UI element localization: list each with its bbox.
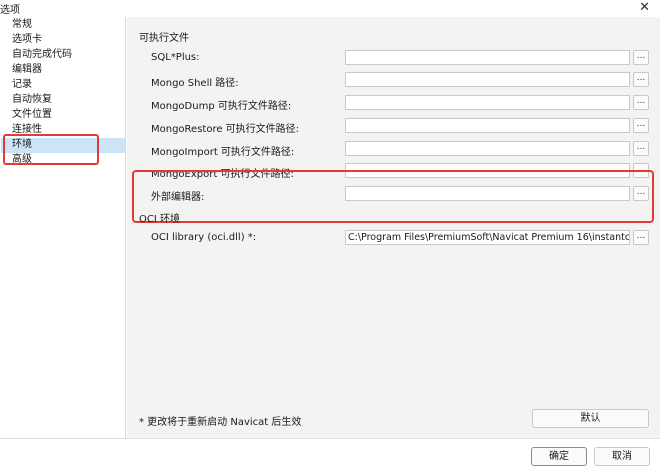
default-button[interactable]: 默认 [532, 409, 649, 428]
mongodump-path-field[interactable] [345, 95, 630, 110]
external-editor-annotation-box [132, 170, 654, 223]
category-sidebar: 常规 选项卡 自动完成代码 编辑器 记录 自动恢复 文件位置 连接性 环境 高级 [0, 17, 126, 438]
sidebar-item-tabs[interactable]: 选项卡 [12, 33, 42, 47]
window-title: 选项 [0, 5, 20, 16]
mongo-shell-path-field[interactable] [345, 72, 630, 87]
oci-section-title: OCI 环境 [139, 214, 180, 225]
ok-button[interactable]: 确定 [531, 447, 587, 466]
sqlplus-browse-button[interactable]: ... [633, 50, 649, 65]
sidebar-item-autorecovery[interactable]: 自动恢复 [12, 93, 52, 107]
title-bar: 选项 ✕ [0, 0, 660, 17]
cancel-button[interactable]: 取消 [594, 447, 650, 466]
mongoimport-path-field[interactable] [345, 141, 630, 156]
settings-panel: 可执行文件 SQL*Plus: ... Mongo Shell 路径: ... … [127, 17, 660, 438]
oci-library-label: OCI library (oci.dll) *: [151, 232, 257, 243]
mongo-shell-label: Mongo Shell 路径: [151, 78, 239, 89]
restart-footnote: * 更改将于重新启动 Navicat 后生效 [139, 417, 302, 428]
oci-library-path-field[interactable]: C:\Program Files\PremiumSoft\Navicat Pre… [345, 230, 630, 245]
mongoimport-label: MongoImport 可执行文件路径: [151, 147, 295, 158]
sqlplus-label: SQL*Plus: [151, 52, 200, 63]
sidebar-item-autocomplete[interactable]: 自动完成代码 [12, 48, 72, 62]
mongorestore-label: MongoRestore 可执行文件路径: [151, 124, 300, 135]
oci-library-browse-button[interactable]: ... [633, 230, 649, 245]
mongorestore-path-field[interactable] [345, 118, 630, 133]
mongorestore-browse-button[interactable]: ... [633, 118, 649, 133]
mongodump-browse-button[interactable]: ... [633, 95, 649, 110]
sidebar-item-logging[interactable]: 记录 [12, 78, 32, 92]
sidebar-annotation-box [3, 134, 99, 165]
mongodump-label: MongoDump 可执行文件路径: [151, 101, 292, 112]
mongo-shell-browse-button[interactable]: ... [633, 72, 649, 87]
dialog-button-bar: 确定 取消 [0, 438, 660, 473]
sidebar-item-file-location[interactable]: 文件位置 [12, 108, 52, 122]
close-icon[interactable]: ✕ [639, 0, 650, 15]
sqlplus-path-field[interactable] [345, 50, 630, 65]
mongoimport-browse-button[interactable]: ... [633, 141, 649, 156]
executables-section-title: 可执行文件 [139, 33, 189, 44]
sidebar-item-editor[interactable]: 编辑器 [12, 63, 42, 77]
sidebar-item-general[interactable]: 常规 [12, 18, 32, 32]
